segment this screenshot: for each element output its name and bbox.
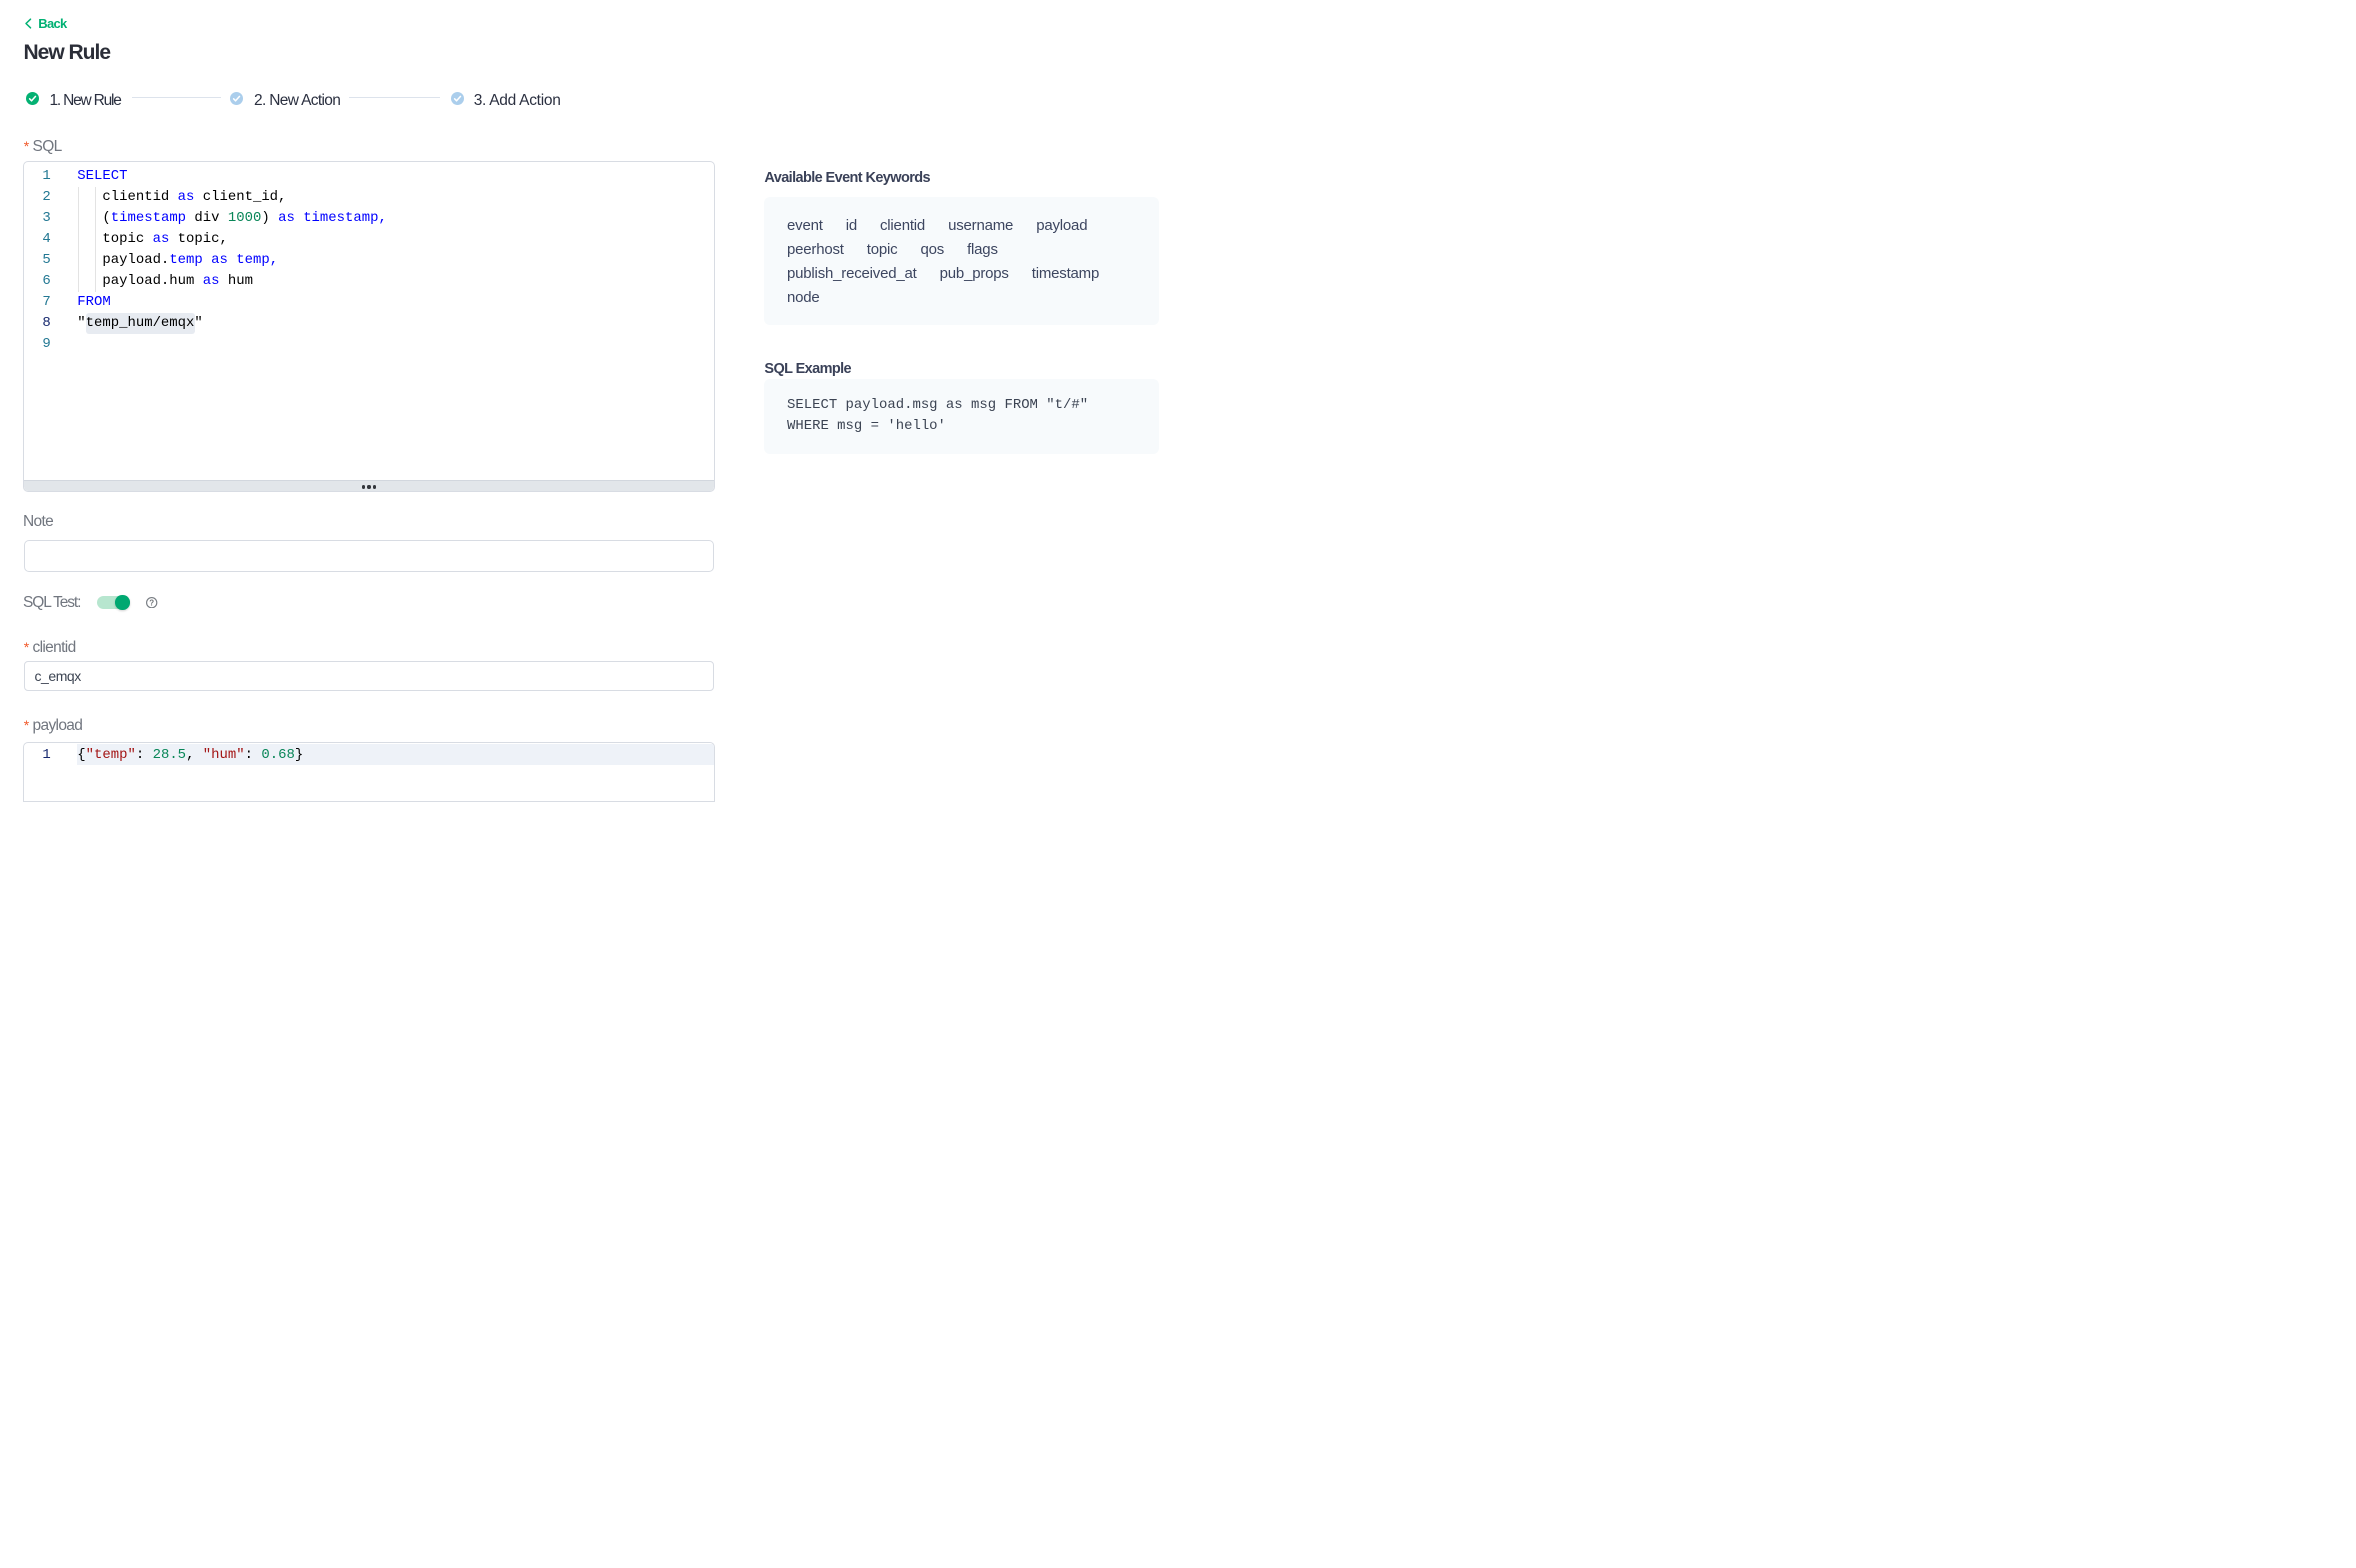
svg-text:?: ? [150,598,155,607]
